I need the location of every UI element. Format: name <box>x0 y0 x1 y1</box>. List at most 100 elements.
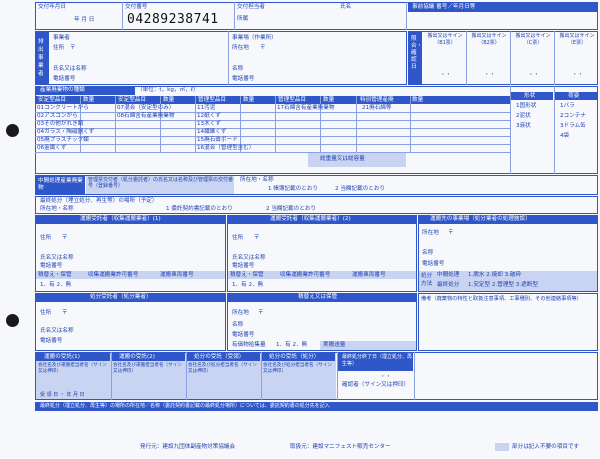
waste-item[interactable]: 08石綿含有産業廃棄物 <box>117 113 174 120</box>
transport1-choices[interactable]: 1．有 2．無 <box>40 282 71 289</box>
grid-col-line <box>410 96 411 153</box>
transport1-transfer-label: 積替え・保管 <box>38 272 72 278</box>
storage-location-label: 所在地 <box>232 310 249 316</box>
waste-col-header: 管理型品目 <box>278 97 306 103</box>
waste-col-header-bar <box>35 96 510 104</box>
end-header: 最終処分終了日（埋立処分、再生等） <box>342 354 413 367</box>
storage-postal: 〒 <box>258 310 264 316</box>
transport2-address-label: 住所 <box>232 235 244 241</box>
waste-item[interactable]: 17石綿含有産業廃棄物 <box>277 105 334 112</box>
intermediate-side-label: 中間処理産業廃棄物 <box>38 178 83 191</box>
form-option[interactable]: 2泥状 <box>516 113 531 120</box>
grid-col-line <box>356 96 357 153</box>
binding-hole-bottom <box>6 314 19 327</box>
delivery-date-field[interactable]: 年 月 日 <box>74 17 94 24</box>
intermediate-label: 管理票交付者（処分委託者）の氏名又は名称及び管理票の交付番号（登録番号） <box>88 177 234 189</box>
waste-item[interactable]: 03その他がれき類 <box>37 121 83 128</box>
grid-row-line <box>35 120 510 121</box>
receipt-col-line <box>261 352 262 400</box>
transport1-section <box>35 215 226 292</box>
waste-item[interactable]: 05廃プラスチック類 <box>37 137 89 144</box>
pack-header: 荷姿 <box>568 93 580 99</box>
waste-item[interactable]: 01コンクリートがら <box>37 105 89 112</box>
destination-method-row2-label: 最終処分 <box>437 282 460 288</box>
waste-item[interactable]: 02アスコンがら <box>37 113 78 120</box>
delivery-number: 04289238741 <box>127 12 219 27</box>
waste-item[interactable]: 11汚泥 <box>197 105 215 112</box>
pack-option[interactable]: 3ドラム缶 <box>560 123 586 130</box>
receipt-sub: 会社名及び処分担当者名（サイン又は押印） <box>263 363 332 374</box>
grid-row-line <box>35 112 510 113</box>
storage-title: 積替え又は保管 <box>298 294 338 300</box>
waste-item[interactable]: 12紙くず <box>197 113 221 120</box>
intermediate-option1[interactable]: 1 帳簿記載のとおり <box>268 186 318 193</box>
storage-valuables-choices[interactable]: 1．有 2．無 <box>276 342 307 349</box>
grid-row-line <box>35 128 510 129</box>
transport2-title: 運搬受託者（収集運搬業者）(2) <box>270 216 351 222</box>
discharger-phone-label: 電話番号 <box>53 76 76 82</box>
receipt-date-row: 受 領 日 ・ 年 月 日 <box>40 392 85 398</box>
disposal-postal: 〒 <box>62 310 68 316</box>
waste-item[interactable]: 07混合（安定型のみ） <box>117 105 174 112</box>
waste-item[interactable]: 04ガラス・陶磁器くず <box>37 129 94 136</box>
receipt-sub: 会社名及び運搬担当者名（サイン又は押印） <box>113 363 182 374</box>
storage-phone-label: 電話番号 <box>232 332 255 338</box>
destination-title: 運搬先の事業場（処分業者の処理施設） <box>430 216 531 222</box>
receipt-col-line <box>111 352 112 400</box>
waste-item[interactable]: 16混合（管理型含む） <box>197 145 254 152</box>
pack-option[interactable]: 2コンテナ <box>560 113 586 120</box>
waste-item[interactable]: 15廃石膏ボード <box>197 137 238 144</box>
end-sign: 確認者（サイン又は押印） <box>342 382 410 388</box>
receipt-col-line <box>186 352 187 400</box>
remarks-label: 備考（廃棄物の特性と取扱注意事項、工事種別、その他連絡事項等） <box>421 296 582 302</box>
disposal-title: 処分受託者（処分業者） <box>90 294 152 300</box>
transport2-choices[interactable]: 1．有 2．無 <box>232 282 263 289</box>
waste-col-header: 数量 <box>412 97 424 103</box>
waste-item[interactable]: 06金属くず <box>37 145 67 152</box>
confirm-c: 搬出又はサイン（C票） <box>515 33 551 46</box>
destination-method-row1[interactable]: 1.脱水 2.焼却 3.破砕 <box>468 272 521 279</box>
waste-col-header: 数量 <box>163 97 175 103</box>
binding-hole-top <box>6 124 19 137</box>
grid-col-line <box>195 96 196 153</box>
legend-swatch <box>495 443 509 451</box>
transport2-phone-label: 電話番号 <box>232 263 255 269</box>
waste-item[interactable]: 21廃石綿等 <box>362 105 392 112</box>
publisher: 発行元：建設九団体副産物対策協議会 <box>140 444 236 450</box>
destination-method-label: 処分方法 <box>421 273 433 287</box>
final-option2[interactable]: 2 当欄記載のとおり <box>266 206 316 213</box>
confirm-b1-date[interactable]: ・・ <box>440 72 451 79</box>
grid-col-line <box>115 96 116 153</box>
transport1-permit-label: 収集運搬業許可番号 <box>88 272 139 278</box>
end-date[interactable]: ・・ <box>380 374 391 381</box>
transport2-section <box>227 215 417 292</box>
confirm-b2-date[interactable]: ・・ <box>484 72 495 79</box>
transport2-postal: 〒 <box>254 235 260 241</box>
final-option1[interactable]: 1 委託契約書記載のとおり <box>166 206 233 213</box>
waste-col-header: 数量 <box>323 97 335 103</box>
transport2-vehicle-label: 運搬車両番号 <box>352 272 386 278</box>
intermediate-option2[interactable]: 2 当欄記載のとおり <box>335 186 385 193</box>
pack-option[interactable]: 4袋 <box>560 133 569 140</box>
agreement-label: 事前協議 番号／年月日等 <box>412 4 476 10</box>
destination-method-row2[interactable]: 1.安定型 2.管理型 3.遮断型 <box>468 282 538 289</box>
waste-col-header: 安定型品目 <box>118 97 146 103</box>
confirm-e-date[interactable]: ・・ <box>572 72 583 79</box>
postal-mark: 〒 <box>70 45 76 51</box>
footer-note: 最終処分（埋立処分、再生等）の場所の所在地／名称（委託契約書記載の最終処分場所）… <box>40 403 330 409</box>
waste-col-header: 数量 <box>83 97 95 103</box>
form-option[interactable]: 3液状 <box>516 123 531 130</box>
discharger-name-label: 氏名又は名称 <box>53 66 87 72</box>
waste-item[interactable]: 13木くず <box>197 121 221 128</box>
confirm-c-date[interactable]: ・・ <box>528 72 539 79</box>
receipt-header: 処分の受託（受領） <box>194 354 245 360</box>
grid-row-line <box>35 136 510 137</box>
waste-title: 産業廃棄物の種類 <box>40 87 85 93</box>
form-option[interactable]: 1固形状 <box>516 103 536 110</box>
destination-method-row1-label: 中間処理 <box>437 272 460 278</box>
site-postal-mark: 〒 <box>260 45 266 51</box>
waste-item[interactable]: 14繊維くず <box>197 129 227 136</box>
transport2-name-label: 氏名又は名称 <box>232 255 266 261</box>
grid-row-line <box>35 152 510 153</box>
pack-option[interactable]: 1バラ <box>560 103 575 110</box>
